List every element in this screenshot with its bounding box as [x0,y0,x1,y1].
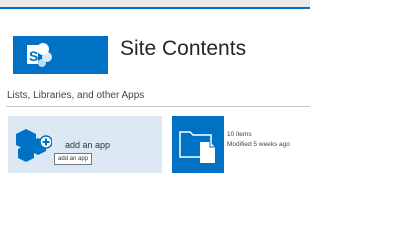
folder-document-icon [179,131,215,163]
site-logo[interactable]: S [13,36,108,74]
page-title: Site Contents [120,37,247,60]
add-app-tile[interactable]: add an app add an app [8,116,162,173]
add-app-label[interactable]: add an app [65,140,110,150]
svg-text:S: S [29,48,38,64]
list-item-count: 10 items [227,131,252,138]
section-heading: Lists, Libraries, and other Apps [7,90,145,101]
add-app-tooltip: add an app [54,153,93,165]
section-divider [6,106,310,107]
list-tile[interactable] [172,116,224,173]
sharepoint-logo-icon: S [27,43,52,67]
add-app-icon [16,125,53,165]
list-modified-date: Modified 5 weeks ago [227,141,290,148]
suite-bar [0,0,310,9]
